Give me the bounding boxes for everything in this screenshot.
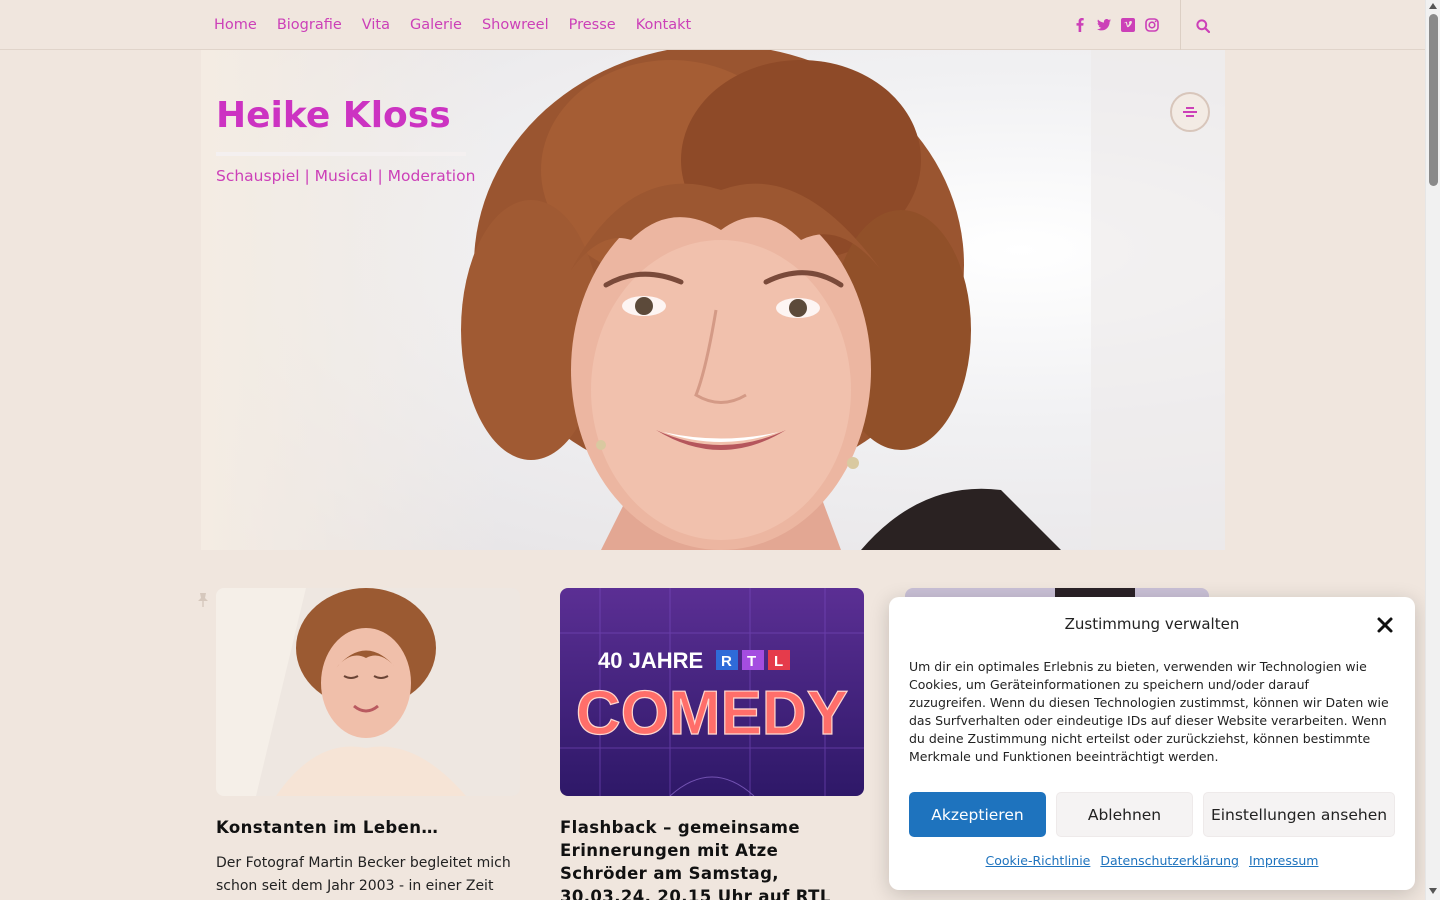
- post-title-line: 30.03.24, 20.15 Uhr auf RTL: [560, 887, 831, 900]
- vimeo-icon[interactable]: [1120, 15, 1136, 35]
- post-title[interactable]: Konstanten im Leben…: [216, 816, 438, 839]
- nav-showreel[interactable]: Showreel: [482, 17, 549, 33]
- post-excerpt: Der Fotograf Martin Becker begleitet mic…: [216, 855, 511, 894]
- cookie-dialog-links: Cookie-Richtlinie Datenschutzerklärung I…: [889, 853, 1415, 868]
- post-title-line: Flashback – gemeinsame: [560, 818, 800, 837]
- view-settings-button[interactable]: Einstellungen ansehen: [1203, 792, 1395, 837]
- accept-button[interactable]: Akzeptieren: [909, 792, 1046, 837]
- nav-galerie[interactable]: Galerie: [410, 17, 462, 33]
- nav-kontakt[interactable]: Kontakt: [636, 17, 692, 33]
- nav-presse[interactable]: Presse: [569, 17, 616, 33]
- post-thumbnail[interactable]: [216, 588, 520, 796]
- cookie-policy-link[interactable]: Cookie-Richtlinie: [986, 853, 1091, 868]
- scrollbar-thumb[interactable]: [1429, 14, 1438, 186]
- cookie-consent-dialog: Zustimmung verwalten Um dir ein optimale…: [889, 597, 1415, 890]
- cookie-dialog-title: Zustimmung verwalten: [1064, 615, 1240, 633]
- scroll-down-arrow-icon[interactable]: [1429, 888, 1437, 894]
- twitter-icon[interactable]: [1096, 15, 1112, 35]
- facebook-icon[interactable]: [1072, 15, 1088, 35]
- top-navigation-bar: Home Biografie Vita Galerie Showreel Pre…: [0, 0, 1425, 50]
- image-text-40-jahre: 40 JAHRE: [598, 648, 703, 673]
- page-scrollbar[interactable]: [1425, 0, 1440, 900]
- privacy-policy-link[interactable]: Datenschutzerklärung: [1100, 853, 1239, 868]
- imprint-link[interactable]: Impressum: [1249, 853, 1318, 868]
- cookie-dialog-text: Um dir ein optimales Erlebnis zu bieten,…: [909, 659, 1389, 764]
- image-text-rtl-r: R: [721, 653, 732, 670]
- post-title[interactable]: Flashback – gemeinsame Erinnerungen mit …: [560, 816, 831, 900]
- site-tagline: Schauspiel | Musical | Moderation: [216, 167, 476, 185]
- social-links: [1072, 15, 1160, 35]
- post-thumbnail[interactable]: 40 JAHRE R T L COMEDY: [560, 588, 864, 796]
- image-text-rtl-l: L: [774, 653, 783, 670]
- title-underline: [216, 152, 466, 156]
- nav-divider: [1180, 0, 1181, 50]
- menu-icon[interactable]: [1170, 92, 1210, 132]
- nav-vita[interactable]: Vita: [362, 17, 390, 33]
- nav-home[interactable]: Home: [214, 17, 257, 33]
- sticky-pin-icon: [197, 592, 209, 607]
- instagram-icon[interactable]: [1144, 15, 1160, 35]
- scroll-up-arrow-icon[interactable]: [1429, 3, 1437, 9]
- main-menu: Home Biografie Vita Galerie Showreel Pre…: [214, 0, 691, 50]
- deny-button[interactable]: Ablehnen: [1056, 792, 1193, 837]
- nav-biografie[interactable]: Biografie: [277, 17, 342, 33]
- close-icon[interactable]: [1375, 615, 1395, 635]
- post-title-line: Erinnerungen mit Atze: [560, 841, 779, 860]
- image-text-comedy: COMEDY: [576, 679, 848, 748]
- search-icon[interactable]: [1192, 15, 1214, 37]
- image-text-rtl-t: T: [747, 653, 756, 670]
- post-title-line: Schröder am Samstag,: [560, 864, 779, 883]
- site-title[interactable]: Heike Kloss: [216, 95, 451, 136]
